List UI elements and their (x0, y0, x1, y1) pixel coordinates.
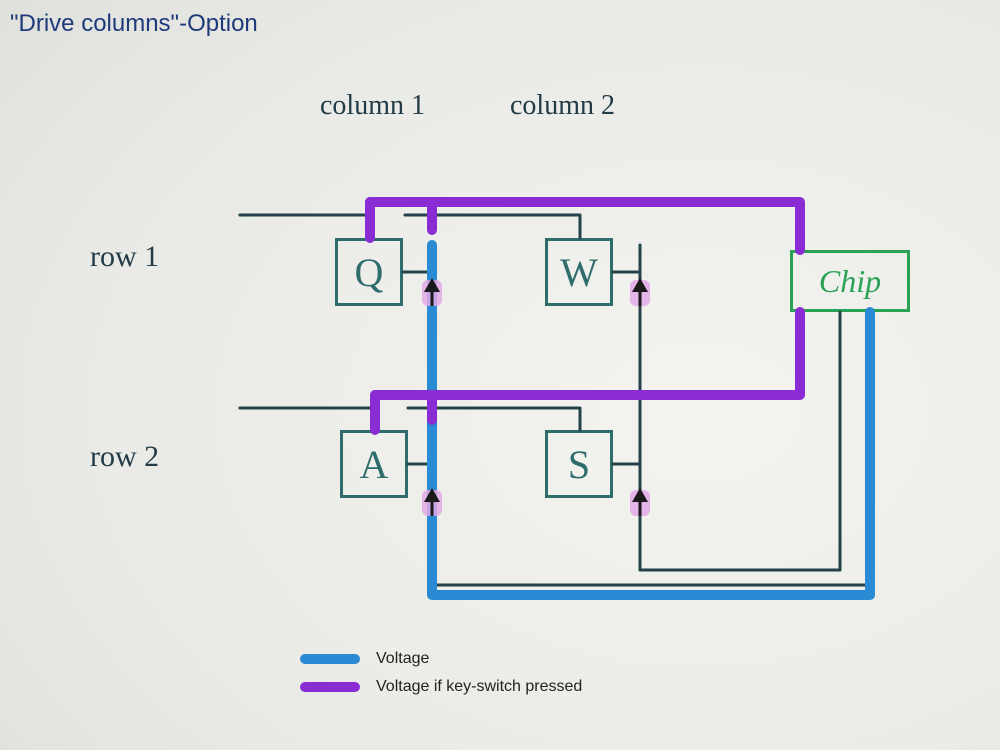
wiring-svg (0, 0, 1000, 750)
diode-A (422, 488, 442, 516)
col1-to-chip-pen (432, 312, 870, 585)
row-left-leads (245, 215, 340, 408)
diagram-canvas: "Drive columns"-Option column 1 column 2… (0, 0, 1000, 750)
key-W-label: W (560, 249, 598, 296)
diodes (422, 278, 650, 516)
legend-row-voltage: Voltage (300, 650, 582, 668)
header-column-2: column 2 (510, 90, 615, 122)
header-row-2: row 2 (90, 440, 159, 474)
legend-swatch-voltage (300, 654, 360, 664)
row1-seg-left-to-Q (240, 215, 370, 238)
diode-W (630, 278, 650, 306)
chip: Chip (790, 250, 910, 312)
key-S-label: S (568, 441, 590, 488)
key-A-label: A (360, 441, 389, 488)
legend: Voltage Voltage if key-switch pressed (300, 650, 582, 706)
diode-Q (422, 278, 442, 306)
key-Q-label: Q (355, 249, 384, 296)
row2-seg-A-to-S (408, 408, 580, 430)
voltage-pressed-path (320, 202, 800, 430)
legend-label-voltage-pressed: Voltage if key-switch pressed (376, 678, 582, 696)
row1-seg-Q-to-W (405, 215, 580, 238)
legend-swatch-voltage-pressed (300, 682, 360, 692)
legend-label-voltage: Voltage (376, 650, 429, 668)
diode-S (630, 488, 650, 516)
col2-to-chip-pen (640, 312, 840, 570)
key-A: A (340, 430, 408, 498)
legend-row-voltage-pressed: Voltage if key-switch pressed (300, 678, 582, 696)
row2-seg-left-to-A (240, 408, 375, 430)
key-Q: Q (335, 238, 403, 306)
page-title: "Drive columns"-Option (10, 10, 258, 38)
key-S: S (545, 430, 613, 498)
chip-label: Chip (819, 263, 881, 300)
header-row-1: row 1 (90, 240, 159, 274)
header-column-1: column 1 (320, 90, 425, 122)
key-W: W (545, 238, 613, 306)
